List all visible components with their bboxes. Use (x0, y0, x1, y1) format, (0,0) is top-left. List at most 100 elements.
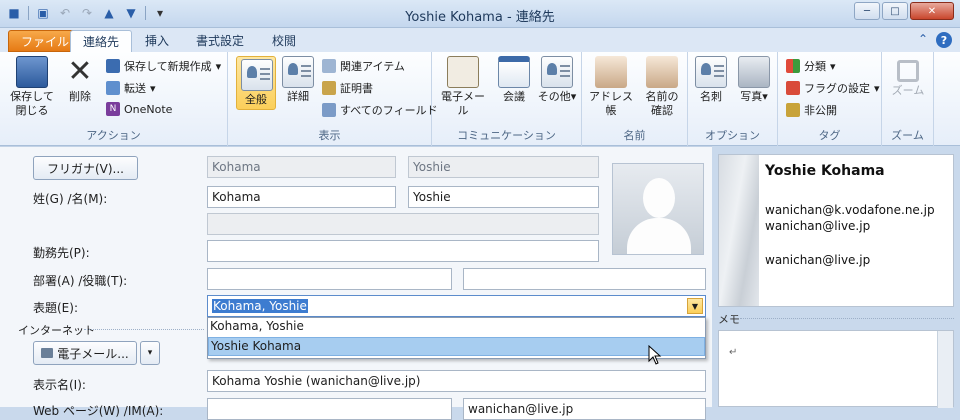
tab-insert[interactable]: 挿入 (133, 30, 181, 52)
email-type-dropdown[interactable]: ▾ (140, 341, 160, 365)
all-fields-button[interactable]: すべてのフィールド (322, 102, 438, 118)
ribbon-tabs: ファイル 連絡先 挿入 書式設定 校閲 ⌃ ? (0, 28, 960, 52)
check-names-label: 名前の 確認 (645, 90, 679, 117)
window-title: Yoshie Kohama - 連絡先 (405, 10, 555, 25)
title-bar: ■ ▣ ↶ ↷ ▲ ▼ ▾ Yoshie Kohama - 連絡先 ─ □ ✕ (0, 0, 960, 28)
email-field-button[interactable]: 電子メール... (33, 341, 137, 365)
maximize-button[interactable]: □ (882, 2, 908, 20)
card-decoration (719, 155, 759, 306)
section-divider (84, 329, 204, 330)
last-name-field[interactable]: Kohama (207, 186, 396, 208)
group-communicate: 電子メール 会議 その他▾ コミュニケーション (432, 52, 582, 146)
related-items-button[interactable]: 関連アイテム (322, 58, 405, 74)
furigana-first-field[interactable]: Yoshie (408, 156, 599, 178)
check-names-button[interactable]: 名前の 確認 (640, 56, 684, 118)
web-page-field[interactable] (207, 398, 452, 420)
card-line: wanichan@k.vodafone.ne.jp (765, 203, 935, 217)
meeting-button[interactable]: 会議 (496, 56, 532, 104)
picture-button[interactable]: 写真▾ (734, 56, 774, 104)
tab-contact[interactable]: 連絡先 (70, 30, 133, 52)
private-button[interactable]: 非公開 (786, 102, 837, 118)
details-button[interactable]: 詳細 (280, 56, 316, 104)
chevron-down-icon: ▾ (215, 59, 222, 73)
general-label: 全般 (245, 93, 267, 106)
details-label: 詳細 (287, 90, 309, 103)
group-show: 全般 詳細 関連アイテム 証明書 すべてのフィールド 表示 (228, 52, 438, 146)
group-label: ズーム (891, 129, 924, 142)
ribbon-minimize-icon[interactable]: ⌃ (918, 32, 928, 48)
web-page-label: Web ページ(W) /IM(A): (33, 404, 164, 418)
group-label: 名前 (623, 129, 646, 142)
chevron-down-icon[interactable]: ▼ (687, 298, 703, 314)
minimize-button[interactable]: ─ (854, 2, 880, 20)
card-line: wanichan@live.jp (765, 219, 871, 233)
company-field[interactable] (207, 240, 599, 262)
private-label: 非公開 (804, 104, 837, 117)
im-address-field[interactable]: wanichan@live.jp (463, 398, 706, 420)
certificates-label: 証明書 (340, 82, 373, 95)
chevron-down-icon: ▾ (830, 59, 836, 73)
address-book-icon (595, 56, 627, 88)
group-label: タグ (818, 129, 841, 142)
onenote-button[interactable]: N OneNote (106, 102, 172, 116)
group-tags: 分類 ▾ フラグの設定 ▾ 非公開 タグ (778, 52, 882, 146)
save-close-icon (16, 56, 48, 88)
all-fields-label: すべてのフィールド (340, 104, 438, 117)
tab-format[interactable]: 書式設定 (184, 30, 256, 52)
memo-scrollbar[interactable] (937, 331, 953, 408)
lock-icon (786, 103, 800, 117)
meeting-icon (498, 56, 530, 88)
all-fields-icon (322, 103, 336, 117)
save-new-icon (106, 59, 120, 73)
email-icon (447, 56, 479, 88)
related-items-icon (322, 59, 336, 73)
email-label: 電子メール (441, 90, 485, 117)
email-button[interactable]: 電子メール (436, 56, 490, 118)
forward-button[interactable]: 転送 ▾ (106, 80, 156, 96)
close-button[interactable]: ✕ (910, 2, 954, 20)
tab-review[interactable]: 校閲 (260, 30, 308, 52)
group-zoom: ズーム ズーム (882, 52, 934, 146)
dropdown-option[interactable]: Kohama, Yoshie (208, 318, 705, 337)
file-as-label: 表題(E): (33, 301, 78, 315)
card-line: wanichan@live.jp (765, 253, 871, 267)
delete-button[interactable]: ✕ 削除 (62, 56, 98, 104)
furigana-button[interactable]: フリガナ(V)... (33, 156, 138, 180)
department-label: 部署(A) /役職(T): (33, 274, 128, 288)
department-field[interactable] (207, 268, 452, 290)
name-label: 姓(G) /名(M): (33, 192, 108, 206)
help-icon[interactable]: ? (936, 32, 952, 48)
furigana-last-field[interactable]: Kohama (207, 156, 396, 178)
address-book-button[interactable]: アドレス帳 (586, 56, 636, 118)
contact-photo[interactable] (612, 163, 704, 255)
chevron-down-icon: ▾ (147, 348, 153, 358)
certificates-button[interactable]: 証明書 (322, 80, 373, 96)
general-button[interactable]: 全般 (236, 56, 276, 110)
mouse-cursor-icon (648, 345, 662, 365)
more-button[interactable]: その他▾ (536, 56, 578, 104)
forward-icon (106, 81, 120, 95)
business-card-icon (695, 56, 727, 88)
flag-icon (786, 81, 800, 95)
group-actions: 保存して 閉じる ✕ 削除 保存して新規作成 ▾ 転送 ▾ N OneNote … (0, 52, 228, 146)
group-names: アドレス帳 名前の 確認 名前 (582, 52, 688, 146)
save-new-button[interactable]: 保存して新規作成 ▾ (106, 58, 221, 74)
file-as-combobox[interactable]: Kohama, Yoshie ▼ (207, 295, 706, 317)
address-book-label: アドレス帳 (589, 90, 633, 117)
dropdown-option-hovered[interactable]: Yoshie Kohama (208, 337, 705, 356)
magnifier-icon (897, 60, 919, 82)
save-close-button[interactable]: 保存して 閉じる (8, 56, 56, 118)
general-card-icon (241, 59, 273, 91)
business-card-preview[interactable]: Yoshie Kohama wanichan@k.vodafone.ne.jp … (718, 154, 954, 307)
company-label: 勤務先(P): (33, 246, 90, 260)
categorize-button[interactable]: 分類 ▾ (786, 58, 836, 74)
first-name-field[interactable]: Yoshie (408, 186, 599, 208)
memo-field[interactable]: ↵ (718, 330, 954, 408)
business-card-button[interactable]: 名刺 (692, 56, 730, 104)
forward-label: 転送 (124, 82, 146, 95)
follow-up-button[interactable]: フラグの設定 ▾ (786, 80, 880, 96)
display-name-field[interactable]: Kohama Yoshie (wanichan@live.jp) (207, 370, 706, 392)
zoom-button[interactable]: ズーム (886, 56, 930, 98)
job-title-field[interactable] (463, 268, 706, 290)
company-furigana-field[interactable] (207, 213, 599, 235)
